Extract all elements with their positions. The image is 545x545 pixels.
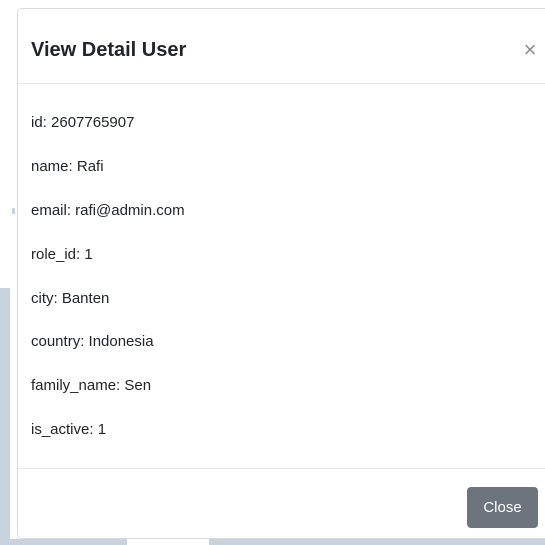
modal-body: id: 2607765907 name: Rafi email: rafi@ad… [18,84,545,468]
screen: View Detail User × id: 2607765907 name: … [0,0,545,545]
modal-header: View Detail User × [18,9,545,84]
user-detail-modal: View Detail User × id: 2607765907 name: … [17,8,545,539]
field-name: name: Rafi [31,158,104,175]
backdrop-marker [12,208,15,214]
close-icon[interactable]: × [520,38,540,62]
field-family-name: family_name: Sen [31,377,152,394]
backdrop-panel-left [0,288,10,545]
field-country: country: Indonesia [31,333,154,350]
modal-footer: Close [18,468,545,540]
field-email: email: rafi@admin.com [31,202,185,219]
field-role-id: role_id: 1 [31,246,93,263]
field-id: id: 2607765907 [31,114,135,131]
field-city: city: Banten [31,290,110,307]
modal-title: View Detail User [31,39,187,61]
close-button[interactable]: Close [467,487,538,528]
field-is-active: is_active: 1 [31,421,107,438]
